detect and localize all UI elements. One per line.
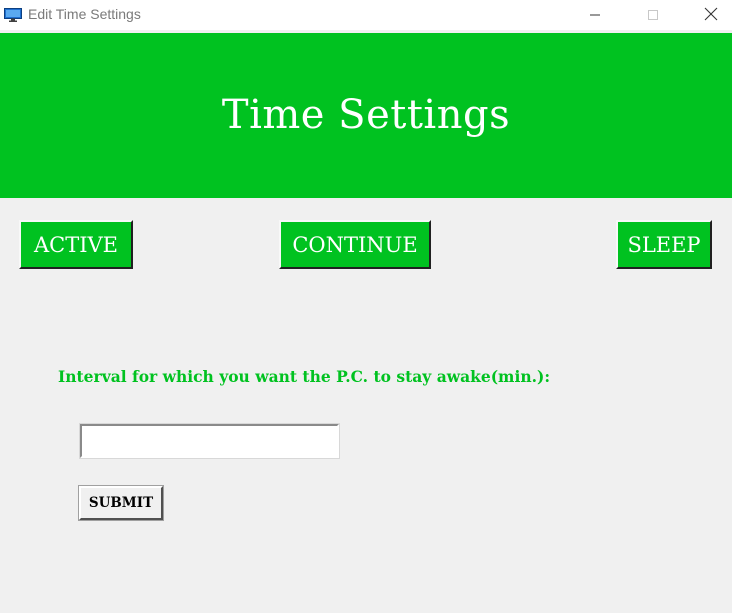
continue-button[interactable]: CONTINUE — [279, 220, 431, 269]
submit-button[interactable]: SUBMIT — [78, 485, 164, 521]
sleep-button[interactable]: SLEEP — [616, 220, 712, 269]
close-button[interactable] — [688, 0, 732, 30]
minimize-button[interactable] — [572, 0, 618, 30]
window-title: Edit Time Settings — [28, 6, 141, 22]
interval-prompt-label: Interval for which you want the P.C. to … — [58, 367, 551, 386]
page-title: Time Settings — [221, 91, 511, 138]
close-icon — [704, 6, 718, 25]
maximize-icon — [647, 6, 659, 25]
maximize-button[interactable] — [630, 0, 676, 30]
interval-input[interactable] — [79, 423, 340, 459]
app-window: Edit Time Settings Time Settings ACTIVE … — [0, 0, 732, 613]
minimize-icon — [589, 6, 601, 25]
monitor-icon — [4, 7, 22, 22]
header-banner: Time Settings — [0, 33, 732, 198]
title-bar[interactable]: Edit Time Settings — [0, 0, 732, 30]
active-button[interactable]: ACTIVE — [19, 220, 133, 269]
